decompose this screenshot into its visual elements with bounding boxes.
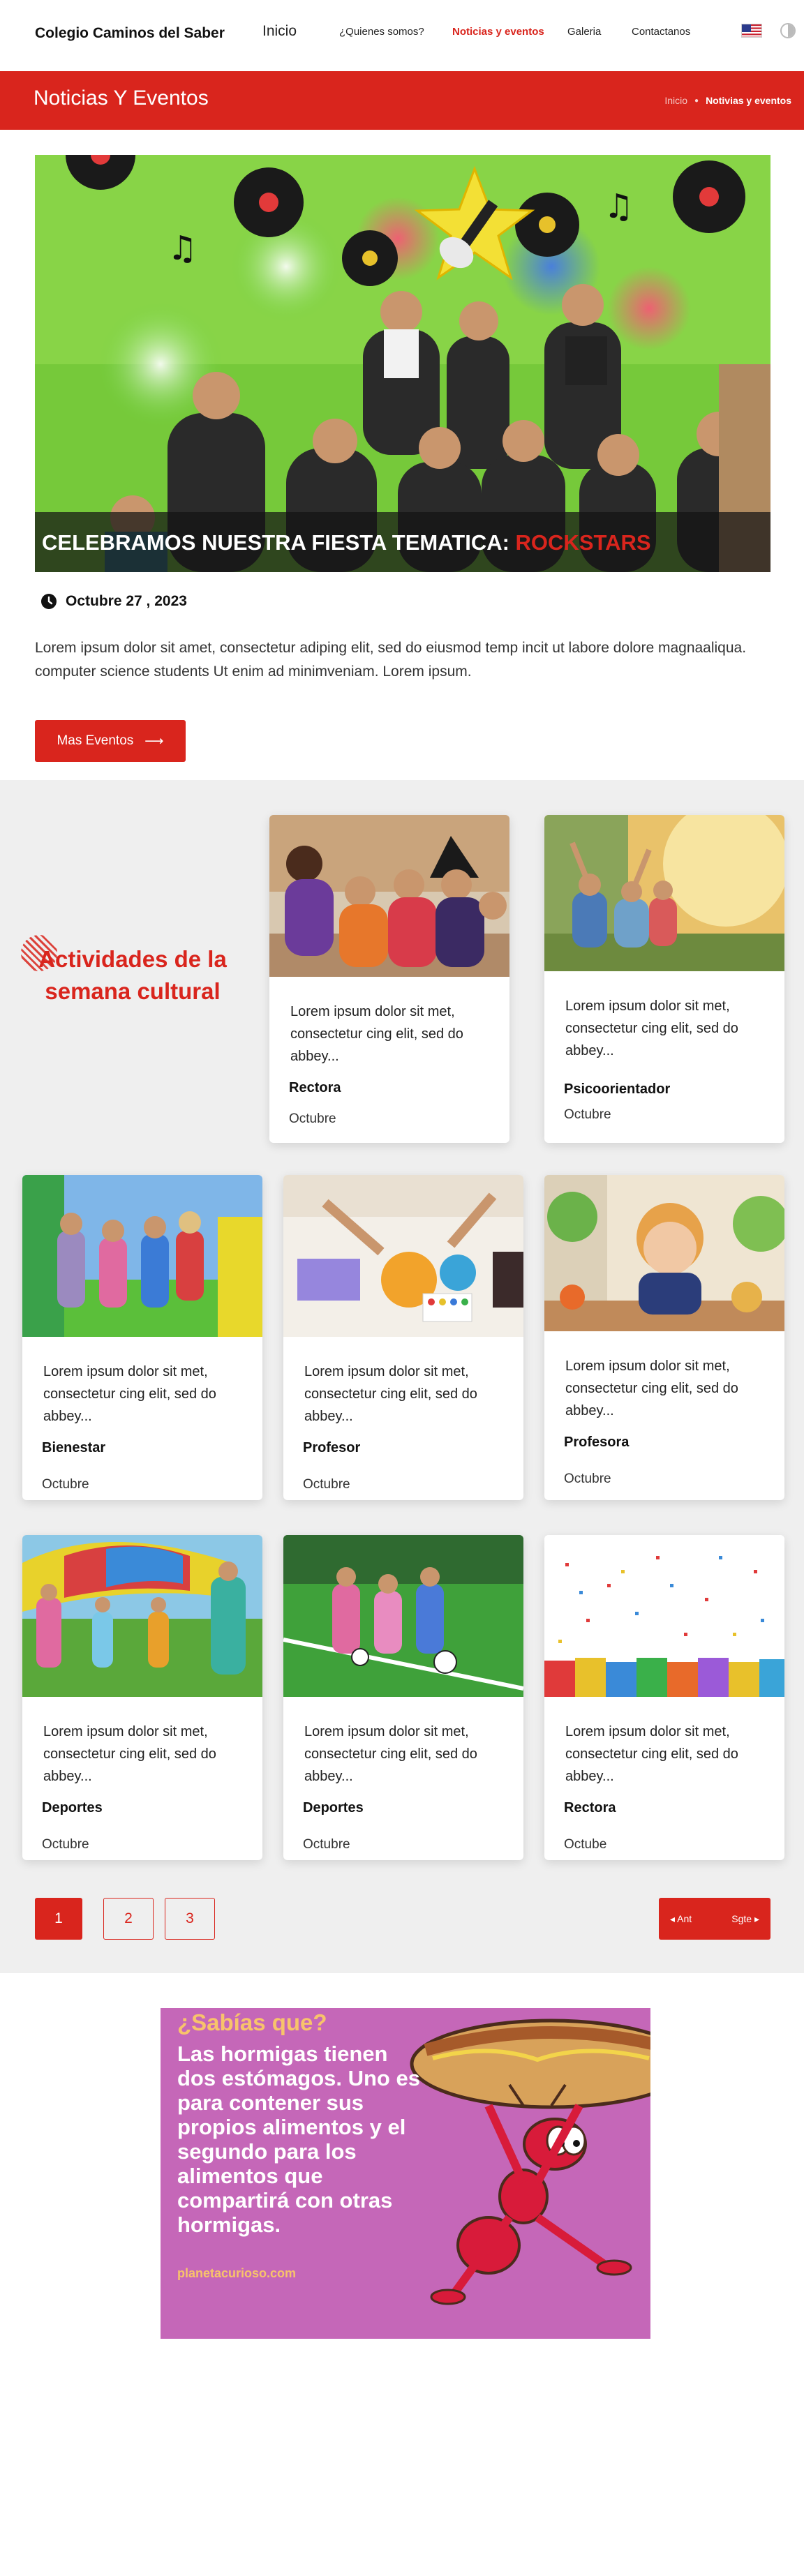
card-image-park (544, 815, 784, 971)
page-1-button[interactable]: 1 (35, 1898, 82, 1940)
card-text: Lorem ipsum dolor sit met, consectetur c… (290, 1004, 463, 1064)
card-date: Octubre (42, 1477, 89, 1492)
activity-card[interactable]: Lorem ipsum dolor sit met, consectetur c… (283, 1535, 523, 1860)
card-role: Deportes (303, 1800, 364, 1815)
card-role: Psicoorientador (564, 1081, 671, 1097)
card-role: Rectora (289, 1080, 341, 1095)
hero-caption-main: CELEBRAMOS NUESTRA FIESTA TEMATICA: (42, 530, 516, 555)
card-image-girl (544, 1175, 784, 1331)
card-image-confetti-hands (544, 1535, 784, 1697)
nav-gallery[interactable]: Galeria (567, 26, 601, 38)
card-text: Lorem ipsum dolor sit met, consectetur c… (565, 998, 738, 1058)
card-date: Octubre (303, 1477, 350, 1492)
card-role: Deportes (42, 1800, 103, 1815)
chevron-left-icon: ◂ (670, 1912, 678, 1924)
more-events-button[interactable]: Mas Eventos ⟶ (35, 720, 186, 762)
fun-fact-title: ¿Sabías que? (177, 2009, 327, 2035)
fun-fact-source[interactable]: planetacurioso.com (177, 2266, 296, 2281)
nav-home[interactable]: Inicio (262, 23, 297, 40)
clock-icon (41, 594, 57, 609)
prev-next-control: ◂ Ant Sgte ▸ (659, 1898, 770, 1940)
card-date: Octube (564, 1837, 607, 1852)
next-button[interactable]: Sgte ▸ (731, 1913, 759, 1925)
activity-card[interactable]: Lorem ipsum dolor sit met, consectetur c… (283, 1175, 523, 1500)
card-date: Octubre (564, 1107, 611, 1122)
svg-text:♫: ♫ (168, 229, 198, 268)
activity-card[interactable]: Lorem ipsum dolor sit met, consectetur c… (544, 1535, 784, 1860)
fun-fact-banner: ¿Sabías que? Las hormigas tienen dos est… (161, 2008, 650, 2339)
breadcrumb-current: Notivias y eventos (706, 95, 791, 106)
card-date: Octubre (42, 1837, 89, 1852)
post-intro: Lorem ipsum dolor sit amet, consectetur … (35, 640, 747, 680)
post-date-row: Octubre 27 , 2023 (40, 593, 187, 610)
activity-card[interactable]: Lorem ipsum dolor sit met, consectetur c… (544, 1175, 784, 1500)
hero-image: ♫ ♫ CELEBRAMOS NUESTRA FIESTA TEMATICA: … (35, 155, 770, 572)
breadcrumb-separator-icon: ● (694, 96, 699, 105)
chevron-right-icon: ▸ (752, 1912, 759, 1924)
party-photo: ♫ ♫ (35, 155, 770, 572)
card-role: Bienestar (42, 1440, 106, 1455)
breadcrumb-home[interactable]: Inicio (664, 95, 687, 106)
post-date: Octubre 27 , 2023 (66, 593, 187, 609)
hero-caption: CELEBRAMOS NUESTRA FIESTA TEMATICA: ROCK… (35, 512, 770, 572)
card-role: Profesor (303, 1440, 361, 1455)
card-text: Lorem ipsum dolor sit met, consectetur c… (43, 1724, 216, 1784)
activity-card[interactable]: Lorem ipsum dolor sit met, consectetur c… (269, 815, 509, 1143)
card-role: Profesora (564, 1435, 630, 1450)
prev-label: Ant (677, 1912, 692, 1924)
activities-title: Actividades de la semana cultural (38, 946, 227, 1004)
card-text: Lorem ipsum dolor sit met, consectetur c… (565, 1358, 738, 1418)
activity-card[interactable]: Lorem ipsum dolor sit met, consectetur c… (22, 1535, 262, 1860)
card-text: Lorem ipsum dolor sit met, consectetur c… (565, 1724, 738, 1784)
activity-card[interactable]: Lorem ipsum dolor sit met, consectetur c… (22, 1175, 262, 1500)
flag-us-icon[interactable] (741, 24, 762, 38)
next-label: Sgte (731, 1912, 752, 1924)
page-banner: Noticias Y Eventos Inicio ● Notivias y e… (0, 71, 804, 130)
prev-button[interactable]: ◂ Ant (670, 1913, 692, 1925)
nav-news[interactable]: Noticias y eventos (452, 26, 544, 38)
card-text: Lorem ipsum dolor sit met, consectetur c… (43, 1364, 216, 1424)
site-logo[interactable]: Colegio Caminos del Saber (35, 25, 225, 42)
more-events-label: Mas Eventos (57, 733, 134, 748)
card-role: Rectora (564, 1800, 616, 1815)
card-date: Octubre (303, 1837, 350, 1852)
page-title: Noticias Y Eventos (34, 87, 209, 110)
nav-contact[interactable]: Contactanos (632, 26, 690, 38)
card-date: Octubre (564, 1472, 611, 1486)
arrow-right-icon: ⟶ (144, 733, 164, 749)
card-text: Lorem ipsum dolor sit met, consectetur c… (304, 1724, 477, 1784)
page-3-button[interactable]: 3 (165, 1898, 215, 1940)
activity-card[interactable]: Lorem ipsum dolor sit met, consectetur c… (544, 815, 784, 1143)
hero-caption-highlight: ROCKSTARS (515, 530, 651, 555)
card-image-parachute (22, 1535, 262, 1697)
page-2-button[interactable]: 2 (103, 1898, 154, 1940)
card-date: Octubre (289, 1111, 336, 1126)
nav-about[interactable]: ¿Quienes somos? (339, 26, 424, 38)
page: Colegio Caminos del Saber Inicio ¿Quiene… (0, 0, 804, 2576)
theme-toggle-icon[interactable] (780, 23, 796, 38)
card-image-halloween (269, 815, 509, 977)
card-image-bouncy (22, 1175, 262, 1337)
site-header: Colegio Caminos del Saber Inicio ¿Quiene… (0, 0, 804, 70)
card-image-soccer (283, 1535, 523, 1697)
card-text: Lorem ipsum dolor sit met, consectetur c… (304, 1364, 477, 1424)
fun-fact-body: Las hormigas tienen dos estómagos. Uno e… (177, 2042, 420, 2237)
card-image-painting (283, 1175, 523, 1337)
svg-text:♫: ♫ (604, 187, 634, 226)
breadcrumb: Inicio ● Notivias y eventos (664, 95, 791, 106)
